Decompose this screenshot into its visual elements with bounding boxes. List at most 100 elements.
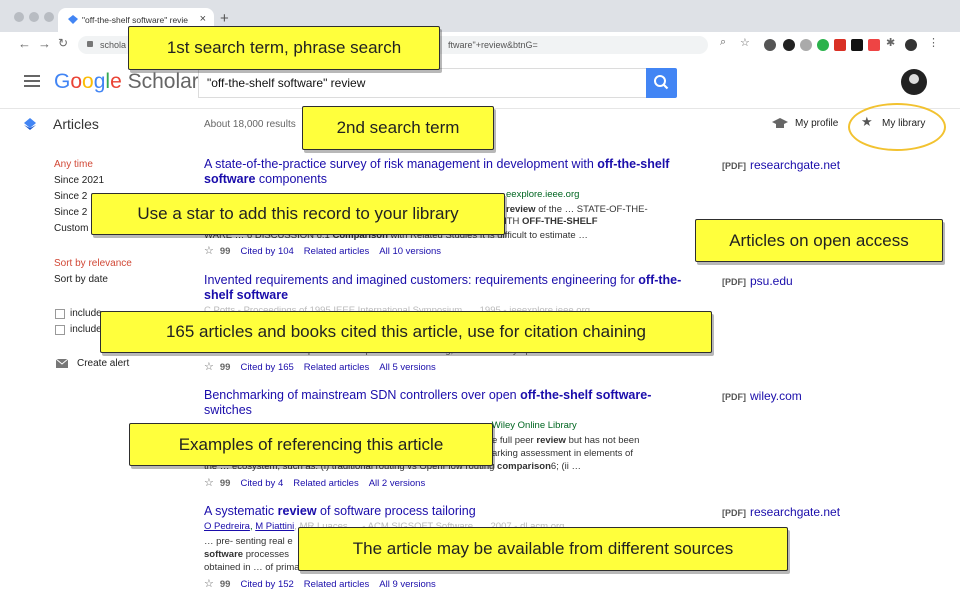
result-title-4[interactable]: A systematic review of software process … <box>204 504 694 519</box>
search-query-text: "off-the-shelf software" review <box>207 76 366 90</box>
result-title-3[interactable]: Benchmarking of mainstream SDN controlle… <box>204 388 694 418</box>
window-close-dot[interactable] <box>14 12 24 22</box>
save-star-icon[interactable]: ☆ <box>204 361 214 373</box>
cite-quote-icon[interactable]: 99 <box>220 246 231 257</box>
tab-title: "off-the-shelf software" revie <box>82 15 189 25</box>
result-title-1[interactable]: A state-of-the-practice survey of risk m… <box>204 157 694 187</box>
extension-circle-icon[interactable] <box>800 39 812 51</box>
my-library-highlight-ring <box>848 103 946 151</box>
cite-quote-icon[interactable]: 99 <box>220 478 231 489</box>
section-title: Articles <box>53 116 99 132</box>
related-articles-link[interactable]: Related articles <box>304 246 369 257</box>
hamburger-menu-icon[interactable] <box>24 75 40 87</box>
extension-multicolor-icon[interactable] <box>868 39 880 51</box>
include-patents-checkbox[interactable] <box>55 309 65 319</box>
google-scholar-logo[interactable]: Google Scholar <box>54 70 199 94</box>
save-star-icon[interactable]: ☆ <box>204 477 214 489</box>
filter-custom-range[interactable]: Custom <box>54 223 88 234</box>
result-snippet-1b: NT WITH OFF-THE-SHELF <box>480 216 598 227</box>
menu-dots-icon[interactable]: ⋮ <box>928 36 939 49</box>
callout-second-search-term: 2nd search term <box>302 106 494 150</box>
result-snippet-3a: e full peer review but has not been <box>492 435 640 446</box>
window-zoom-dot[interactable] <box>44 12 54 22</box>
result-actions-4: ☆ 99 Cited by 152 Related articles All 9 ver… <box>204 577 446 590</box>
profile-icon[interactable] <box>905 39 917 51</box>
result-snippet-4c: obtained in … of prima <box>204 562 300 573</box>
my-profile-link[interactable]: My profile <box>795 118 838 129</box>
user-avatar[interactable] <box>901 69 927 95</box>
cite-quote-icon[interactable]: 99 <box>220 579 231 590</box>
search-input[interactable]: "off-the-shelf software" review <box>198 68 648 98</box>
create-alert-link[interactable]: Create alert <box>77 358 129 369</box>
zoom-icon[interactable]: ⌕ <box>720 36 726 49</box>
versions-link[interactable]: All 10 versions <box>379 246 441 257</box>
result-actions-1: ☆ 99 Cited by 104 Related articles All 10 ve… <box>204 244 451 257</box>
include-patents-label: include <box>70 308 102 319</box>
related-articles-link[interactable]: Related articles <box>304 579 369 590</box>
include-citations-label: include <box>70 324 102 335</box>
pdf-link-3[interactable]: [PDF] wiley.com <box>722 389 802 403</box>
articles-icon <box>24 118 36 130</box>
save-star-icon[interactable]: ☆ <box>204 245 214 257</box>
filter-any-time[interactable]: Any time <box>54 159 93 170</box>
pdf-link-4[interactable]: [PDF] researchgate.net <box>722 505 840 519</box>
result-snippet-1a: review of the … STATE-OF-THE- <box>506 204 648 215</box>
versions-link[interactable]: All 5 versions <box>379 362 436 373</box>
cite-quote-icon[interactable]: 99 <box>220 362 231 373</box>
result-title-2[interactable]: Invented requirements and imagined custo… <box>204 273 694 303</box>
versions-link[interactable]: All 9 versions <box>379 579 436 590</box>
extension-dark-icon[interactable] <box>783 39 795 51</box>
result-snippet-4a: … pre- senting real e <box>204 536 293 547</box>
scholar-favicon-icon <box>68 15 78 24</box>
extension-black-icon[interactable] <box>851 39 863 51</box>
callout-star-library: Use a star to add this record to your li… <box>91 193 505 235</box>
sort-by-relevance[interactable]: Sort by relevance <box>54 258 132 269</box>
logo-scholar: Scholar <box>121 70 199 93</box>
callout-citation-chaining: 165 articles and books cited this articl… <box>100 311 712 353</box>
pdf-link-1[interactable]: [PDF] researchgate.net <box>722 158 840 172</box>
result-snippet-3b: arking assessment in elements of <box>492 448 633 459</box>
related-articles-link[interactable]: Related articles <box>304 362 369 373</box>
extension-red-icon[interactable] <box>834 39 846 51</box>
extension-pocket-icon[interactable] <box>764 39 776 51</box>
filter-since-b[interactable]: Since 2 <box>54 191 87 202</box>
lock-icon <box>87 41 93 47</box>
cited-by-link[interactable]: Cited by 152 <box>240 579 293 590</box>
logo-google: Google <box>54 70 122 93</box>
extensions-puzzle-icon[interactable]: ✱ <box>886 36 895 49</box>
mortarboard-icon <box>772 118 788 128</box>
forward-icon[interactable]: → <box>38 36 51 51</box>
result-snippet-4b: software processes <box>204 549 290 560</box>
magnifier-icon <box>654 75 669 90</box>
save-star-icon[interactable]: ☆ <box>204 578 214 590</box>
url-text-start: schola <box>100 40 127 50</box>
related-articles-link[interactable]: Related articles <box>293 478 358 489</box>
bookmark-star-icon[interactable]: ☆ <box>740 36 750 49</box>
include-citations-checkbox[interactable] <box>55 325 65 335</box>
results-count: About 18,000 results <box>204 119 296 130</box>
filter-since-2021[interactable]: Since 2021 <box>54 175 104 186</box>
sort-by-date[interactable]: Sort by date <box>54 274 108 285</box>
window-minimize-dot[interactable] <box>29 12 39 22</box>
tab-close-icon[interactable]: × <box>200 13 206 25</box>
result-actions-3: ☆ 99 Cited by 4 Related articles All 2 versi… <box>204 476 435 489</box>
callout-first-search-term: 1st search term, phrase search <box>128 26 440 70</box>
envelope-icon <box>56 359 68 368</box>
cited-by-link[interactable]: Cited by 165 <box>240 362 293 373</box>
result-meta-3: - Wiley Online Library <box>486 420 577 431</box>
versions-link[interactable]: All 2 versions <box>369 478 426 489</box>
cited-by-link[interactable]: Cited by 4 <box>240 478 283 489</box>
cited-by-link[interactable]: Cited by 104 <box>240 246 293 257</box>
search-button[interactable] <box>646 68 677 98</box>
back-icon[interactable]: ← <box>18 36 31 51</box>
pdf-link-2[interactable]: [PDF] psu.edu <box>722 274 793 288</box>
callout-open-access: Articles on open access <box>695 219 943 262</box>
result-actions-2: ☆ 99 Cited by 165 Related articles All 5 ver… <box>204 360 446 373</box>
filter-since-c[interactable]: Since 2 <box>54 207 87 218</box>
callout-different-sources: The article may be available from differ… <box>298 527 788 571</box>
url-text-end: ftware"+review&btnG= <box>448 40 538 50</box>
callout-referencing: Examples of referencing this article <box>129 423 493 466</box>
reload-icon[interactable]: ↻ <box>58 36 68 50</box>
new-tab-button[interactable]: + <box>220 10 229 27</box>
extension-green-icon[interactable] <box>817 39 829 51</box>
